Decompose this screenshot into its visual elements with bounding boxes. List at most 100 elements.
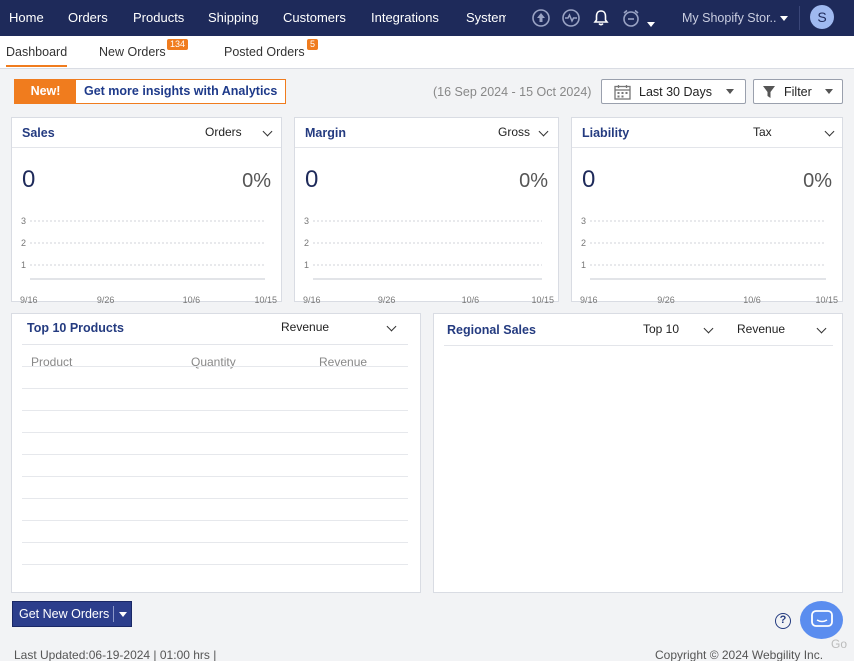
table-row [22, 476, 408, 477]
card-value: 0 [305, 166, 319, 193]
table-row [22, 366, 408, 367]
table-row [22, 410, 408, 411]
period-label: Last 30 Days [639, 84, 712, 99]
sales-metric-select[interactable]: Orders [205, 125, 242, 139]
caret-down-icon[interactable] [119, 611, 128, 617]
table-row [22, 520, 408, 521]
period-select[interactable]: Last 30 Days [601, 79, 746, 104]
nav-customers[interactable]: Customers [283, 0, 346, 36]
card-header: Margin Gross [295, 118, 558, 148]
tab-new-orders-label: New Orders [99, 45, 166, 59]
y-tick-label: 2 [581, 238, 586, 248]
table-row [22, 542, 408, 543]
x-tick-label: 10/6 [183, 295, 201, 303]
x-tick-label: 9/16 [20, 295, 38, 303]
promo-new-badge: New! [15, 80, 76, 103]
analytics-promo[interactable]: New! Get more insights with Analytics [14, 79, 287, 104]
divider [22, 344, 408, 345]
tab-bar: Dashboard New Orders 134 Posted Orders 5 [0, 36, 854, 69]
activity-icon[interactable] [561, 8, 581, 28]
bell-icon[interactable] [591, 8, 611, 28]
regional-count-select[interactable]: Top 10 [643, 322, 679, 336]
filter-icon [762, 85, 776, 99]
tab-posted-orders[interactable]: Posted Orders 5 [224, 39, 319, 59]
table-row [22, 388, 408, 389]
margin-chart: 1 2 3 9/16 9/26 10/6 10/15 [303, 216, 554, 303]
sales-card: Sales Orders 0 0% 1 2 3 9/16 9/26 10/6 10/15 [11, 117, 282, 303]
tab-posted-orders-label: Posted Orders [224, 45, 305, 59]
nav-divider [799, 6, 800, 30]
card-percent: 0% [803, 170, 832, 192]
store-name: My Shopify Stor.. [682, 11, 777, 25]
x-tick-label: 10/15 [815, 295, 838, 303]
watermark-text: Go [831, 637, 848, 651]
select-label: Orders [205, 125, 242, 139]
card-percent: 0% [242, 170, 271, 192]
x-tick-label: 10/15 [254, 295, 277, 303]
nav-system[interactable]: System [466, 0, 506, 36]
liability-card: Liability Tax 0 0% 1 2 3 9/16 9/26 10/6 10/15 [571, 117, 843, 303]
regional-sales-title: Regional Sales [447, 323, 536, 337]
y-tick-label: 3 [21, 216, 26, 226]
y-tick-label: 2 [21, 238, 26, 248]
date-range: (16 Sep 2024 - 15 Oct 2024) [433, 85, 592, 99]
chat-icon[interactable] [800, 601, 843, 639]
select-label: Revenue [737, 322, 786, 336]
table-row [22, 498, 408, 499]
table-row [22, 564, 408, 565]
nav-shipping[interactable]: Shipping [208, 0, 259, 36]
select-label: Top 10 [643, 322, 680, 336]
period-caret-icon [726, 89, 734, 94]
store-selector[interactable]: My Shopify Stor.. [682, 0, 789, 36]
promo-text: Get more insights with Analytics [84, 84, 278, 98]
get-new-orders-label: Get New Orders [19, 607, 110, 621]
select-label: Tax [753, 125, 772, 139]
last-updated: Last Updated:06-19-2024 | 01:00 hrs | [14, 648, 217, 661]
help-icon[interactable]: ? [775, 613, 791, 629]
nav-integrations[interactable]: Integrations [371, 0, 439, 36]
divider [444, 345, 833, 346]
filter-label: Filter [784, 84, 812, 99]
nav-orders[interactable]: Orders [68, 0, 108, 36]
chevron-down-icon[interactable] [262, 126, 273, 137]
y-tick-label: 1 [581, 260, 586, 270]
avatar[interactable]: S [810, 5, 834, 29]
liability-metric-select[interactable]: Tax [753, 125, 772, 139]
x-tick-label: 9/16 [580, 295, 598, 303]
margin-card: Margin Gross 0 0% 1 2 3 9/16 9/26 10/6 10/15 [294, 117, 559, 303]
get-new-orders-button[interactable]: Get New Orders [12, 601, 132, 627]
copyright: Copyright © 2024 Webgility Inc. [655, 648, 824, 661]
regional-sales-panel [433, 313, 843, 593]
x-tick-label: 10/6 [462, 295, 480, 303]
y-tick-label: 3 [581, 216, 586, 226]
x-tick-label: 9/26 [657, 295, 675, 303]
x-tick-label: 10/15 [531, 295, 554, 303]
y-tick-label: 3 [304, 216, 309, 226]
nav-products[interactable]: Products [133, 0, 184, 36]
chevron-down-icon[interactable] [824, 126, 835, 137]
margin-metric-select[interactable]: Gross [498, 125, 530, 139]
new-orders-badge: 134 [167, 39, 189, 50]
filter-button[interactable]: Filter [753, 79, 843, 104]
alarm-dropdown-caret-icon[interactable] [647, 16, 655, 31]
table-row [22, 432, 408, 433]
card-value: 0 [582, 166, 596, 193]
select-label: Revenue [281, 320, 330, 334]
top-nav: Home Orders Products Shipping Customers … [0, 0, 854, 36]
card-header: Sales Orders [12, 118, 281, 148]
select-label: Gross [498, 125, 531, 139]
y-tick-label: 2 [304, 238, 309, 248]
tab-dashboard-label: Dashboard [6, 45, 68, 59]
table-row [22, 454, 408, 455]
upload-icon[interactable] [531, 8, 551, 28]
top-products-metric-select[interactable]: Revenue [281, 320, 329, 334]
tab-new-orders[interactable]: New Orders 134 [99, 39, 189, 59]
chevron-down-icon[interactable] [538, 126, 549, 137]
sales-chart: 1 2 3 9/16 9/26 10/6 10/15 [20, 216, 277, 303]
nav-home[interactable]: Home [9, 0, 44, 36]
card-title: Liability [582, 126, 630, 140]
alarm-clock-icon[interactable] [621, 8, 641, 28]
tab-dashboard[interactable]: Dashboard [6, 45, 68, 67]
x-tick-label: 9/16 [303, 295, 321, 303]
regional-metric-select[interactable]: Revenue [737, 322, 785, 336]
